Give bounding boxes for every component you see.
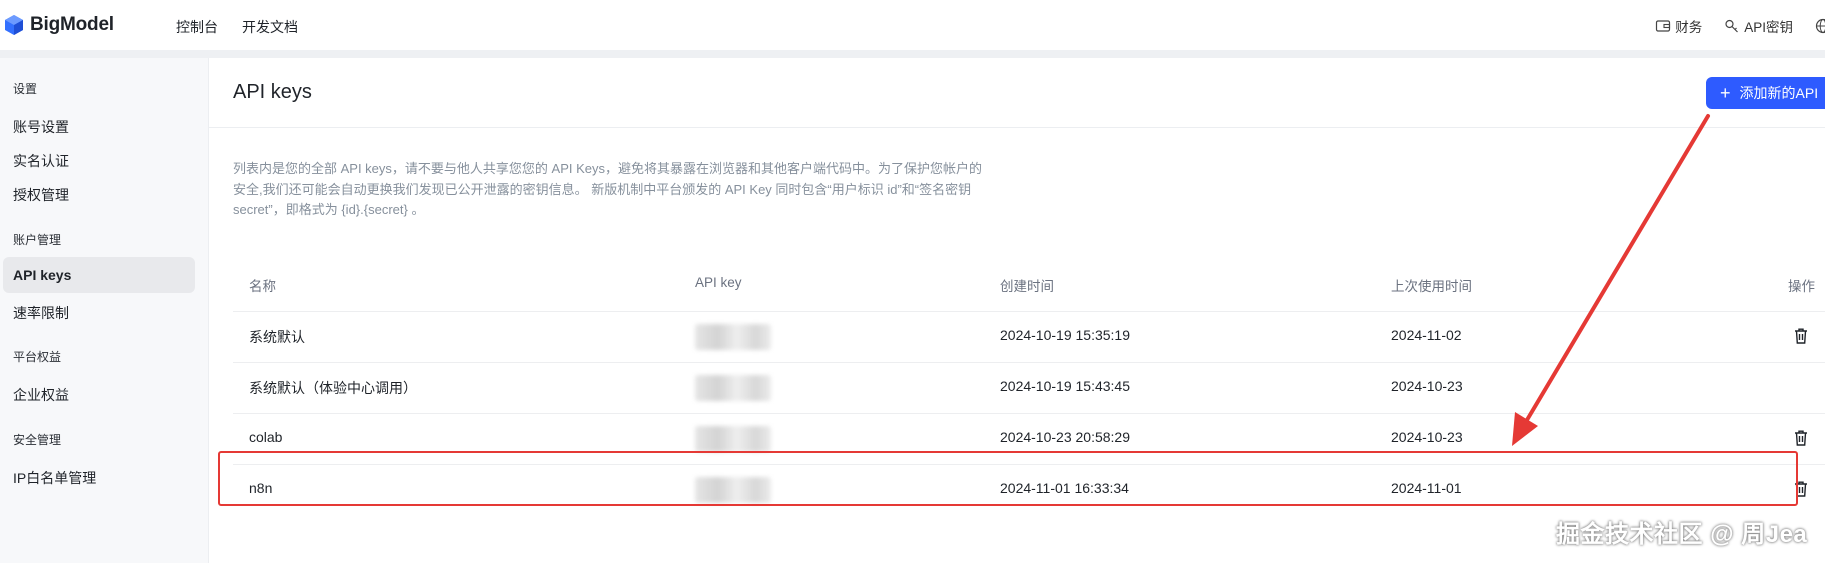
globe-icon [1815, 18, 1825, 34]
table-row: colab 2024-10-23 20:58:29 2024-10-23 [233, 413, 1825, 464]
row-created: 2024-11-01 16:33:34 [1000, 480, 1129, 496]
row-last-used: 2024-11-02 [1391, 327, 1462, 343]
header-name: 名称 [249, 279, 276, 294]
row-created: 2024-10-23 20:58:29 [1000, 429, 1130, 445]
table-row: 系统默认（体验中心调用） 2024-10-19 15:43:45 2024-10… [233, 362, 1825, 413]
row-last-used: 2024-10-23 [1391, 378, 1463, 394]
sidebar-group-security: 安全管理 [13, 433, 62, 447]
row-name: 系统默认（体验中心调用） [249, 380, 417, 396]
sidebar-item-account-settings[interactable]: 账号设置 [13, 117, 69, 137]
key-icon [1725, 19, 1739, 33]
top-nav-links: 控制台 开发文档 [176, 17, 298, 37]
sidebar-group-settings: 设置 [13, 82, 38, 96]
trash-icon[interactable] [1793, 327, 1809, 345]
sidebar-item-api-keys[interactable]: API keys [3, 257, 195, 293]
api-keys-table: 名称 API key 创建时间 上次使用时间 操作 系统默认 2024-10-1… [233, 261, 1825, 515]
masked-api-key [695, 375, 771, 401]
trash-icon[interactable] [1793, 429, 1809, 447]
wallet-icon [1656, 20, 1671, 32]
table-row: 系统默认 2024-10-19 15:35:19 2024-11-02 [233, 311, 1825, 362]
watermark: 掘金技术社区 @ 周Jea [1556, 521, 1808, 548]
header-last-used: 上次使用时间 [1391, 279, 1472, 294]
header-actions: 操作 [1788, 279, 1815, 294]
table-header: 名称 API key 创建时间 上次使用时间 操作 [233, 261, 1825, 311]
masked-api-key [695, 477, 771, 503]
sidebar-item-enterprise[interactable]: 企业权益 [13, 385, 69, 405]
masked-api-key [695, 324, 771, 350]
header-divider [209, 127, 1825, 128]
brand-name: BigModel [30, 14, 114, 35]
row-name: colab [249, 429, 283, 445]
table-row: n8n 2024-11-01 16:33:34 2024-11-01 [233, 464, 1825, 515]
finance-label: 财务 [1675, 20, 1703, 35]
trash-icon[interactable] [1793, 480, 1809, 498]
bigmodel-logo-icon [5, 15, 23, 35]
sidebar-item-real-name[interactable]: 实名认证 [13, 151, 69, 171]
add-api-key-button[interactable]: + 添加新的API [1706, 77, 1825, 109]
finance-link[interactable]: 财务 [1655, 16, 1702, 36]
row-last-used: 2024-11-01 [1391, 480, 1462, 496]
description-text: 列表内是您的全部 API keys，请不要与他人共享您您的 API Keys，避… [233, 161, 982, 217]
top-divider [0, 50, 1825, 58]
masked-api-key [695, 426, 771, 452]
sidebar-group-benefits: 平台权益 [13, 350, 62, 364]
row-name: n8n [249, 480, 273, 496]
nav-docs[interactable]: 开发文档 [242, 17, 298, 37]
main-content: API keys + 添加新的API 列表内是您的全部 API keys，请不要… [209, 58, 1825, 563]
header-created: 创建时间 [1000, 279, 1054, 294]
sidebar-group-account: 账户管理 [13, 233, 62, 247]
top-nav-bar: BigModel 控制台 开发文档 财务 API密钥 [0, 0, 1825, 50]
api-key-link[interactable]: API密钥 [1724, 16, 1793, 36]
row-created: 2024-10-19 15:35:19 [1000, 327, 1130, 343]
add-api-key-label: 添加新的API [1739, 85, 1819, 101]
row-name: 系统默认 [249, 329, 305, 345]
nav-console[interactable]: 控制台 [176, 17, 218, 37]
row-last-used: 2024-10-23 [1391, 429, 1463, 445]
plus-icon: + [1720, 83, 1731, 103]
sidebar-item-ip-whitelist[interactable]: IP白名单管理 [13, 468, 96, 488]
brand[interactable]: BigModel [4, 14, 114, 36]
row-created: 2024-10-19 15:43:45 [1000, 378, 1130, 394]
sidebar-item-rate-limit[interactable]: 速率限制 [13, 303, 69, 323]
top-right-actions: 财务 API密钥 [1655, 16, 1825, 36]
sidebar: 设置 账号设置 实名认证 授权管理 账户管理 API keys 速率限制 平台权… [0, 58, 209, 563]
sidebar-item-authorization[interactable]: 授权管理 [13, 185, 69, 205]
header-api-key: API key [695, 275, 742, 290]
api-key-label: API密钥 [1744, 20, 1793, 35]
page-title: API keys [233, 81, 312, 103]
language-switch[interactable] [1815, 18, 1825, 34]
